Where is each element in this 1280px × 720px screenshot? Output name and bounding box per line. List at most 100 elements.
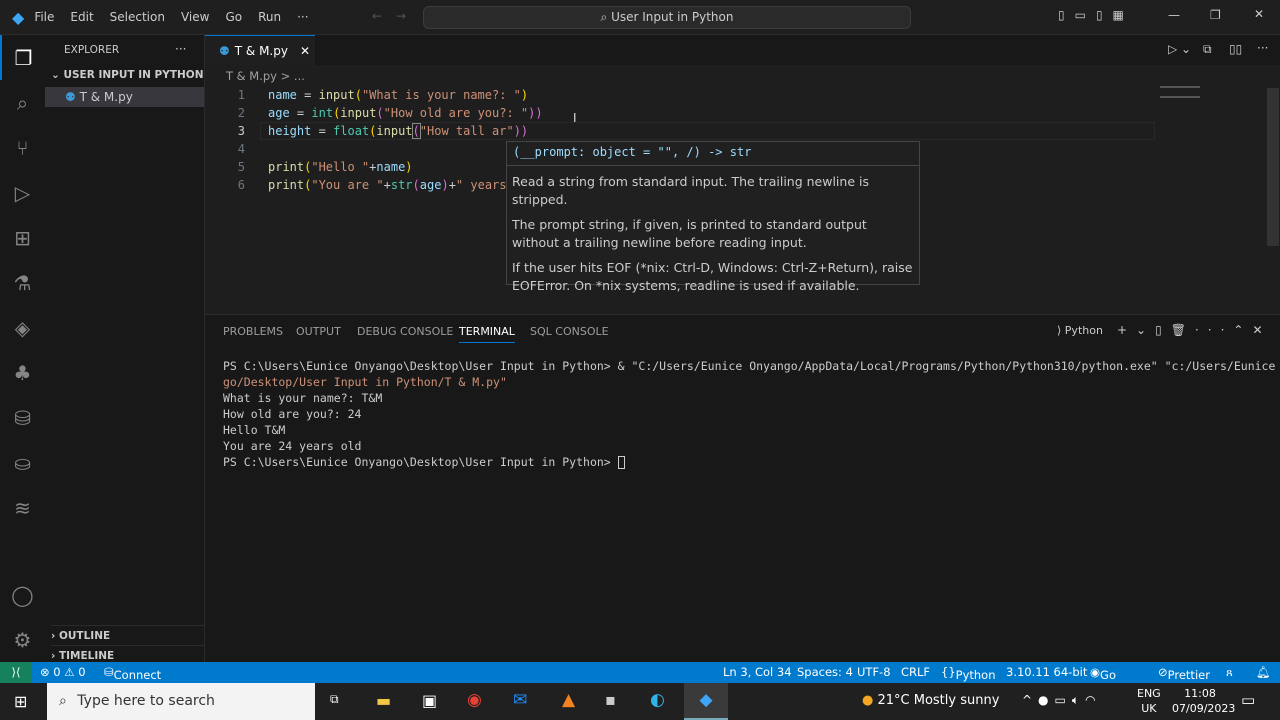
parameter-hover-tooltip: (__prompt: object = "", /) -> str Read a… (506, 141, 920, 293)
token: ) (441, 178, 449, 192)
weather-widget[interactable]: ● 21°C Mostly sunny (862, 693, 999, 708)
mail-icon[interactable]: ✉ (513, 690, 527, 710)
restore-button[interactable]: ❐ (1210, 8, 1221, 22)
input-language[interactable]: ENG UK (1137, 686, 1161, 716)
terminal-shell-selector[interactable]: ⟩ Python (1057, 324, 1103, 337)
minimize-button[interactable]: — (1168, 8, 1180, 22)
database-icon[interactable]: ⛁ (0, 395, 45, 440)
python-interpreter[interactable]: 3.10.11 64-bit (1006, 665, 1087, 679)
breadcrumb[interactable]: T & M.py > ... (226, 69, 305, 83)
menu-more[interactable]: ··· (297, 10, 308, 24)
search-icon[interactable]: ⌕ (0, 80, 45, 125)
menu-run[interactable]: Run (258, 10, 281, 24)
hover-paragraph: Read a string from standard input. The t… (512, 174, 869, 207)
edge-icon[interactable]: ◐ (650, 690, 665, 710)
tab-terminal[interactable]: TERMINAL (459, 325, 515, 343)
explorer-icon[interactable]: ❐ (0, 35, 45, 80)
code-line-1[interactable]: name = input("What is your name?: ") (268, 88, 528, 102)
terminal-line: What is your name?: T&M (223, 391, 383, 405)
forward-arrow-icon[interactable]: → (396, 9, 406, 23)
python-icon[interactable]: ♣ (0, 350, 45, 395)
sql-icon[interactable]: ⛀ (0, 440, 45, 485)
command-center-search[interactable]: ⌕ User Input in Python (423, 6, 911, 29)
open-changes-icon[interactable]: ⧉ (1203, 42, 1212, 57)
stack-icon[interactable]: ≋ (0, 485, 45, 530)
system-tray-icons[interactable]: ^●▭🔈︎◠ (1022, 693, 1102, 708)
token: age (419, 178, 442, 192)
settings-gear-icon[interactable]: ⚙ (0, 617, 45, 662)
notification-center-icon[interactable]: ▭ (1241, 691, 1255, 709)
token: ( (411, 123, 421, 139)
file-explorer-icon[interactable]: ▬ (376, 691, 391, 710)
back-arrow-icon[interactable]: ← (372, 9, 382, 23)
code-line-6[interactable]: print("You are "+str(age)+" years (268, 178, 507, 192)
menu-selection[interactable]: Selection (110, 10, 165, 24)
editor-scrollbar[interactable] (1267, 88, 1279, 246)
tab-problems[interactable]: PROBLEMS (223, 325, 283, 338)
problems-count[interactable]: ⊗ 0 ⚠ 0 (40, 665, 86, 679)
weather-sun-icon: ● (862, 693, 874, 708)
source-control-icon[interactable]: ⑂ (0, 125, 45, 170)
indentation[interactable]: Spaces: 4 (797, 665, 853, 679)
code-line-2[interactable]: age = int(input("How old are you?: ")) (268, 106, 543, 120)
end-of-line[interactable]: CRLF (901, 665, 930, 679)
menu-view[interactable]: View (181, 10, 209, 24)
cursor-position[interactable]: Ln 3, Col 34 (723, 665, 792, 679)
vlc-icon[interactable]: ▲ (562, 690, 575, 710)
run-debug-icon[interactable]: ▷ (0, 170, 45, 215)
encoding[interactable]: UTF-8 (857, 665, 891, 679)
code-line-3[interactable]: height = float(input("How tall ar")) (268, 123, 528, 139)
menu-go[interactable]: Go (225, 10, 242, 24)
vscode-taskbar-icon[interactable]: ◆ (684, 683, 728, 720)
close-tab-icon[interactable]: ✕ (300, 44, 310, 58)
token: ( (376, 106, 384, 120)
panel-actions[interactable]: +⌄▯🗑···⌃✕ (1117, 323, 1272, 337)
tab-t-and-m-py[interactable]: ⚉ T & M.py ✕ (205, 35, 315, 65)
timeline-section[interactable]: › TIMELINE (51, 645, 205, 662)
status-bar: ⟩⟨ ⊗ 0 ⚠ 0 ⛁ Connect Ln 3, Col 34 Spaces… (0, 662, 1280, 696)
tab-debug-console[interactable]: DEBUG CONSOLE (357, 325, 453, 338)
terminal-text: PS C:\Users\Eunice Onyango\Desktop\User … (223, 359, 1280, 373)
explorer-more-button[interactable]: ··· (175, 42, 186, 56)
chrome-icon[interactable]: ◉ (467, 690, 482, 710)
hover-paragraph: The prompt string, if given, is printed … (512, 217, 867, 250)
clock[interactable]: 11:08 07/09/2023 (1172, 686, 1235, 716)
terminal-prompt[interactable]: PS C:\Users\Eunice Onyango\Desktop\User … (223, 455, 625, 469)
editor-more-icon[interactable]: ··· (1257, 41, 1268, 55)
close-window-button[interactable]: ✕ (1254, 7, 1264, 21)
tab-output[interactable]: OUTPUT (296, 325, 341, 338)
token: )) (528, 106, 543, 120)
menu-edit[interactable]: Edit (70, 10, 93, 24)
task-view-icon[interactable]: ⧉ (330, 692, 339, 707)
layout-icons[interactable]: ▯▭▯▦ (1058, 8, 1134, 22)
split-editor-icon[interactable]: ▯▯ (1229, 42, 1242, 56)
remote-indicator[interactable]: ⟩⟨ (0, 662, 32, 683)
token: float (333, 124, 370, 138)
token: + (448, 178, 456, 192)
testing-icon[interactable]: ⚗ (0, 260, 45, 305)
tab-sql-console[interactable]: SQL CONSOLE (530, 325, 609, 338)
file-t-and-m-py[interactable]: ⚉ T & M.py (45, 87, 204, 107)
explorer-sidebar: EXPLORER ··· ⌄ USER INPUT IN PYTHON ⚉ T … (45, 35, 205, 662)
minimap[interactable] (1160, 86, 1200, 98)
language-mode[interactable]: {} Python (941, 665, 996, 682)
code-line-5[interactable]: print("Hello "+name) (268, 160, 413, 174)
extensions-icon[interactable]: ⊞ (0, 215, 45, 260)
connect-button[interactable]: ⛁ Connect (104, 665, 161, 682)
folder-user-input-in-python[interactable]: ⌄ USER INPUT IN PYTHON (51, 69, 204, 81)
menu-file[interactable]: File (34, 10, 54, 24)
accounts-icon[interactable]: ጸ (1226, 665, 1233, 680)
notifications-bell-icon[interactable]: 🔔︎ (1256, 665, 1271, 679)
line-number: 5 (237, 160, 245, 174)
go-live-button[interactable]: ◉ Go Live (1090, 665, 1124, 696)
store-icon[interactable]: ▣ (422, 691, 437, 710)
prettier-button[interactable]: ⊘ Prettier (1158, 665, 1210, 682)
account-icon[interactable]: ◯ (0, 572, 45, 617)
windows-start-icon[interactable]: ⊞ (14, 692, 27, 711)
taskbar-search-box[interactable]: ⌕ Type here to search (47, 683, 315, 720)
terminal-line: How old are you?: 24 (223, 407, 362, 421)
outline-section[interactable]: › OUTLINE (51, 625, 205, 642)
run-python-file-button[interactable]: ▷ ⌄ (1168, 42, 1191, 56)
terminal-app-icon[interactable]: ▪ (605, 690, 616, 709)
layers-icon[interactable]: ◈ (0, 305, 45, 350)
